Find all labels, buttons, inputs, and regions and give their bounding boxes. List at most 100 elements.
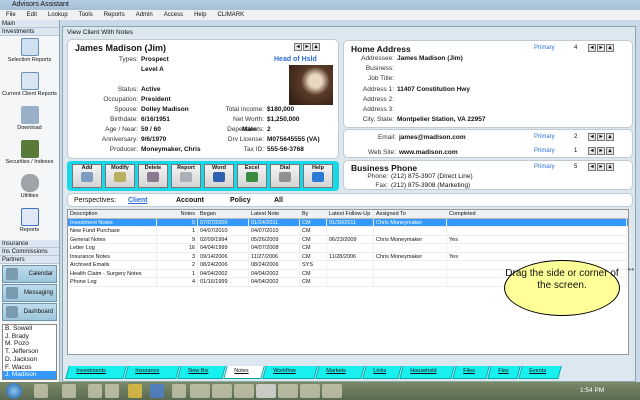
up-icon[interactable]: ▴ [312, 43, 320, 51]
tab-household[interactable]: Household [399, 366, 455, 379]
sidebar-ins-commissions[interactable]: Ins Commissions [0, 248, 59, 256]
taskbar-advisors-assistant[interactable] [256, 384, 276, 398]
modify-button[interactable]: Modify [105, 164, 135, 188]
sidebar-insurance[interactable]: Insurance [0, 240, 59, 248]
prev-icon[interactable]: ◂ [588, 147, 596, 155]
head-of-household-link[interactable]: Head of Hsld [274, 56, 317, 63]
taskbar-app-icon[interactable] [300, 384, 320, 398]
column-header[interactable]: Notes [157, 210, 198, 218]
word-button[interactable]: Word [204, 164, 234, 188]
menu-edit[interactable]: Edit [27, 10, 37, 20]
table-row[interactable]: Letter Log 16 04/04/1999 04/07/2008 CM [68, 244, 628, 253]
list-item[interactable]: J. Brady [3, 333, 56, 341]
menu-admin[interactable]: Admin [136, 10, 153, 20]
tab-events[interactable]: Events [518, 366, 562, 379]
column-header[interactable]: Assigned To [374, 210, 447, 218]
sidebar-selection-reports[interactable]: Selection Reports [0, 38, 59, 70]
sidebar-reports[interactable]: Reports [0, 208, 59, 240]
tab-notes[interactable]: Notes [223, 366, 265, 379]
sidebar-partners[interactable]: Partners [0, 256, 59, 264]
column-header[interactable]: Latest Note [249, 210, 300, 218]
up-icon[interactable]: ▴ [606, 44, 614, 52]
column-header[interactable]: Latest Follow-Up [327, 210, 374, 218]
menu-help[interactable]: Help [194, 10, 206, 20]
dial-button[interactable]: Dial [270, 164, 300, 188]
taskbar-app-icon[interactable] [172, 384, 186, 398]
taskbar-ie-icon[interactable] [34, 384, 48, 398]
tab-investments[interactable]: Investments [65, 366, 127, 379]
taskbar-app-icon[interactable] [278, 384, 298, 398]
excel-button[interactable]: Excel [237, 164, 267, 188]
table-row[interactable]: Insurance Notes 3 09/14/2006 11/27/2006 CM 11… [68, 252, 628, 261]
up-icon[interactable]: ▴ [606, 147, 614, 155]
tab-links[interactable]: Links [362, 366, 402, 379]
sidebar-main[interactable]: Main [0, 20, 59, 28]
email-value[interactable]: james@madison.com [399, 134, 466, 141]
tab-flex[interactable]: Flex [487, 366, 521, 379]
tab-workflow[interactable]: Workflow [262, 366, 318, 379]
sidebar-download[interactable]: Download [0, 106, 59, 138]
taskbar-explorer-icon[interactable] [105, 384, 119, 398]
table-row[interactable]: Investment Notes 5 07/07/2000 01/24/2011 CM 0… [68, 218, 628, 227]
perspective-all[interactable]: All [274, 197, 283, 204]
perspective-account[interactable]: Account [176, 197, 204, 204]
list-item[interactable]: F. Wacos [3, 364, 56, 372]
start-button[interactable] [6, 383, 22, 399]
tab-new-biz[interactable]: New Biz [177, 366, 226, 379]
perspective-policy[interactable]: Policy [230, 197, 251, 204]
delete-button[interactable]: Delete [138, 164, 168, 188]
report-button[interactable]: Report [171, 164, 201, 188]
messaging-button[interactable]: Messaging [2, 284, 57, 302]
perspective-client[interactable]: Client [128, 197, 147, 204]
list-item[interactable]: B. Sowell [3, 325, 56, 333]
list-item-selected[interactable]: J. Madison [3, 371, 56, 379]
next-icon[interactable]: ▸ [597, 133, 605, 141]
calendar-button[interactable]: Calendar [2, 265, 57, 283]
prev-icon[interactable]: ◂ [294, 43, 302, 51]
dashboard-button[interactable]: Dashboard [2, 303, 57, 321]
web-value[interactable]: www.madison.com [399, 149, 458, 156]
taskbar-outlook-icon[interactable] [128, 384, 142, 398]
sidebar-utilities[interactable]: Utilities [0, 174, 59, 206]
help-button[interactable]: Help [303, 164, 333, 188]
partner-list[interactable]: B. Sowell J. Brady M. Pozo T. Jefferson … [2, 324, 57, 380]
prev-icon[interactable]: ◂ [588, 44, 596, 52]
list-item[interactable]: D. Jackson [3, 356, 56, 364]
taskbar-app-icon[interactable] [88, 384, 102, 398]
sidebar-securities[interactable]: Securities / Indexes [0, 140, 59, 172]
list-item[interactable]: M. Pozo [3, 340, 56, 348]
prev-icon[interactable]: ◂ [588, 163, 596, 171]
taskbar-app-icon[interactable] [62, 384, 76, 398]
menu-reports[interactable]: Reports [104, 10, 125, 20]
up-icon[interactable]: ▴ [606, 163, 614, 171]
menu-access[interactable]: Access [164, 10, 183, 20]
column-header[interactable]: Description [68, 210, 157, 218]
taskbar-word-icon[interactable] [150, 384, 164, 398]
menu-climark[interactable]: CLIMARK [217, 10, 244, 20]
table-row[interactable]: General Notes 9 02/09/1994 05/26/2009 CM 06/2… [68, 235, 628, 244]
sidebar-investments[interactable]: Investments [0, 28, 59, 36]
up-icon[interactable]: ▴ [606, 133, 614, 141]
next-icon[interactable]: ▸ [597, 147, 605, 155]
next-icon[interactable]: ▸ [597, 163, 605, 171]
tab-markets[interactable]: Markets [315, 366, 365, 379]
taskbar-app-icon[interactable] [190, 384, 210, 398]
tab-insurance[interactable]: Insurance [124, 366, 180, 379]
menu-tools[interactable]: Tools [79, 10, 93, 20]
prev-icon[interactable]: ◂ [588, 133, 596, 141]
add-button[interactable]: Add [72, 164, 102, 188]
tab-files[interactable]: Files [452, 366, 490, 379]
column-header[interactable]: Began [198, 210, 249, 218]
clock[interactable]: 1:54 PM [580, 387, 604, 394]
sidebar-client-reports[interactable]: Current Client Reports [0, 72, 59, 104]
column-header[interactable]: By [300, 210, 327, 218]
next-icon[interactable]: ▸ [303, 43, 311, 51]
next-icon[interactable]: ▸ [597, 44, 605, 52]
resize-arrow-icon[interactable]: ↔ [626, 263, 636, 274]
column-header[interactable]: Completed [447, 210, 627, 218]
menu-file[interactable]: File [6, 10, 16, 20]
taskbar-app-icon[interactable] [234, 384, 254, 398]
menu-lookup[interactable]: Lookup [48, 10, 68, 20]
taskbar-app-icon[interactable] [212, 384, 232, 398]
list-item[interactable]: T. Jefferson [3, 348, 56, 356]
